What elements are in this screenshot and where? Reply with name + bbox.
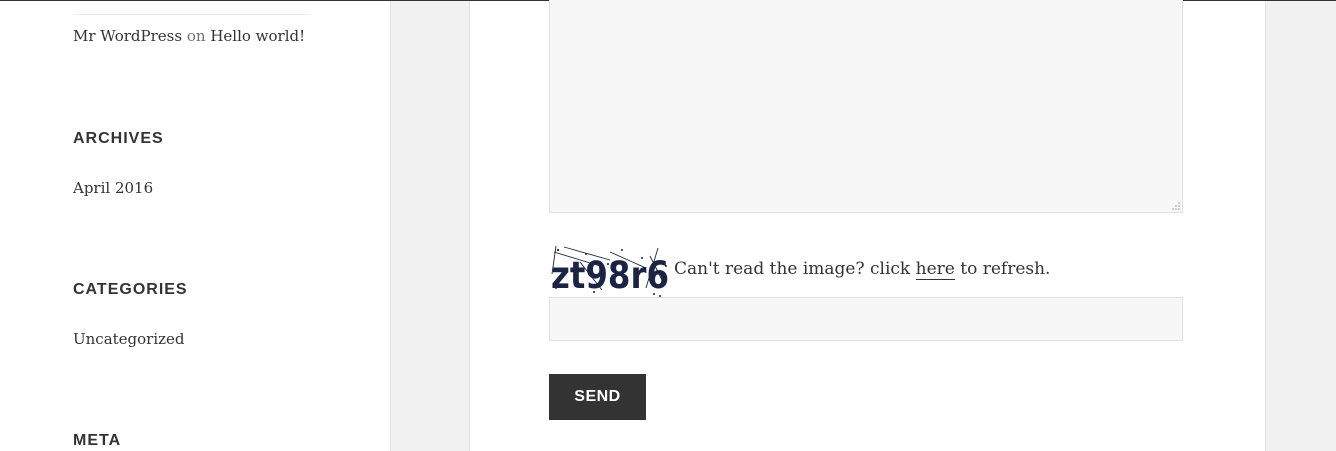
message-textarea[interactable] bbox=[549, 0, 1183, 213]
captcha-input[interactable] bbox=[549, 297, 1183, 341]
captcha-prompt: Can't read the image? click bbox=[674, 259, 911, 279]
meta-widget-title: META bbox=[73, 432, 122, 449]
captcha-image: zt98r6 bbox=[551, 245, 669, 297]
send-button[interactable]: SEND bbox=[549, 374, 646, 420]
captcha-suffix: to refresh. bbox=[960, 259, 1051, 279]
captcha-refresh-link[interactable]: here bbox=[915, 259, 955, 280]
archives-widget-title: ARCHIVES bbox=[73, 130, 164, 147]
recent-comment-item: Mr WordPress on Hello world! bbox=[73, 26, 305, 46]
captcha-refresh-hint: Can't read the image? click here to refr… bbox=[674, 258, 1050, 280]
archive-link-april-2016[interactable]: April 2016 bbox=[73, 178, 153, 198]
sidebar: Mr WordPress on Hello world! ARCHIVES Ap… bbox=[0, 1, 391, 451]
categories-widget-title: CATEGORIES bbox=[73, 281, 188, 298]
captcha-image-text: zt98r6 bbox=[551, 254, 669, 297]
comment-author-link[interactable]: Mr WordPress bbox=[73, 27, 182, 45]
comment-post-link[interactable]: Hello world! bbox=[210, 27, 305, 45]
category-link-uncategorized[interactable]: Uncategorized bbox=[73, 329, 185, 349]
resize-grip-icon[interactable] bbox=[1172, 202, 1180, 210]
comment-connector-text: on bbox=[186, 27, 206, 45]
widget-divider bbox=[73, 14, 311, 15]
